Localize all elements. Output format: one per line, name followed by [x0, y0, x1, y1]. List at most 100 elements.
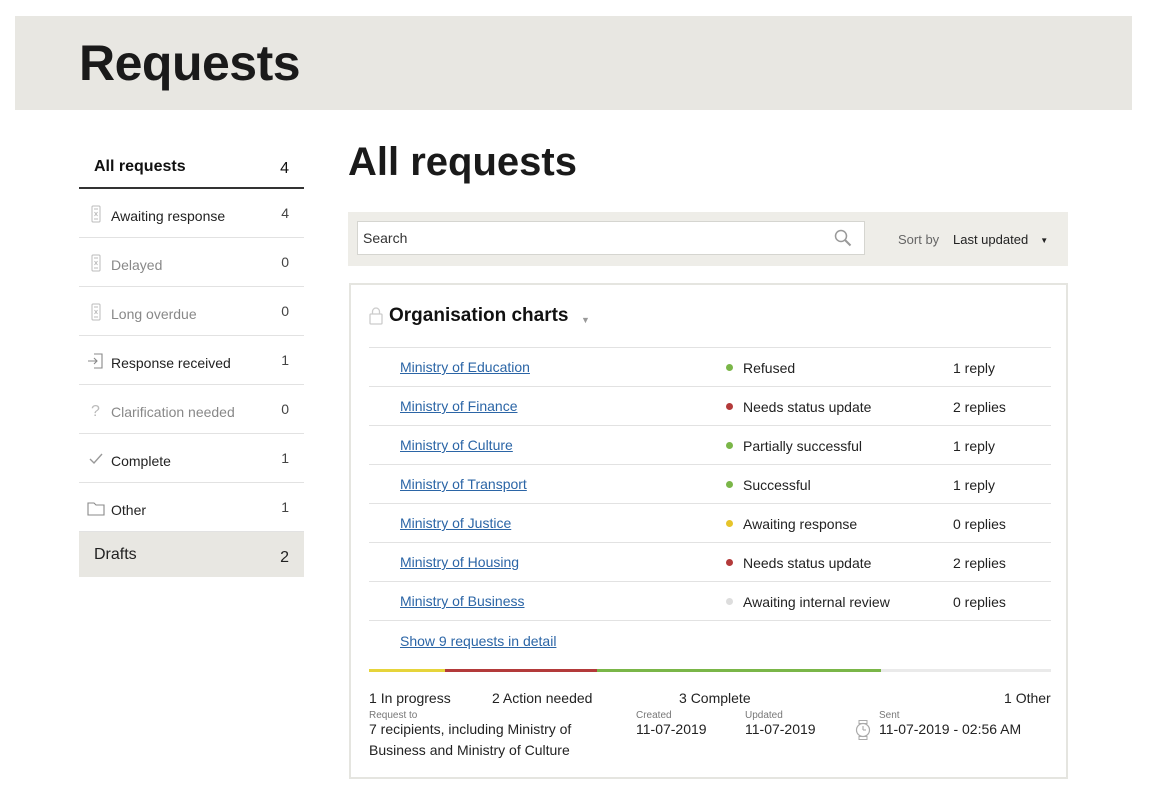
search-toolbar: Sort by Last updated ▼ [348, 212, 1068, 266]
recipient-link[interactable]: Ministry of Finance [400, 398, 517, 414]
list-item: Ministry of Transport Successful 1 reply [369, 465, 1051, 504]
hourglass-icon [87, 254, 105, 272]
chevron-down-icon: ▼ [1040, 236, 1049, 246]
show-details-link[interactable]: Show 9 requests in detail [400, 633, 556, 649]
page-title: Requests [79, 35, 301, 91]
status-label: Awaiting internal review [743, 594, 890, 610]
sidebar-item-count: 1 [281, 450, 289, 466]
status-dot-icon [726, 598, 733, 605]
sidebar-item-label: Awaiting response [111, 208, 226, 224]
hourglass-icon [87, 303, 105, 321]
summary-action-needed: 2 Action needed [492, 690, 592, 706]
sidebar-item-label: Long overdue [111, 306, 197, 322]
page-banner: Requests [15, 16, 1132, 110]
drafts-label: Drafts [94, 546, 137, 563]
drafts-count: 2 [280, 549, 289, 566]
search-box [357, 221, 865, 255]
sidebar-header-label: All requests [94, 158, 186, 175]
search-input[interactable] [358, 222, 823, 254]
created-value: 11-07-2019 [636, 721, 707, 737]
recipient-link[interactable]: Ministry of Housing [400, 554, 519, 570]
sidebar-item-other[interactable]: Other 1 [79, 483, 304, 532]
recipient-link[interactable]: Ministry of Culture [400, 437, 513, 453]
sort-value: Last updated [953, 232, 1029, 247]
recipient-list: Ministry of Education Refused 1 reply Minis… [369, 347, 1051, 621]
summary-in-progress: 1 In progress [369, 690, 451, 706]
reply-count: 0 replies [953, 594, 1006, 610]
status-label: Refused [743, 360, 796, 376]
sidebar-item-delayed[interactable]: Delayed 0 [79, 238, 304, 287]
inbox-arrow-icon [87, 352, 105, 370]
recipient-link[interactable]: Ministry of Business [400, 593, 524, 609]
reply-count: 0 replies [953, 516, 1006, 532]
summary-complete: 3 Complete [679, 690, 751, 706]
sidebar-item-label: Delayed [111, 257, 163, 273]
reply-count: 1 reply [953, 360, 996, 376]
reply-count: 1 reply [953, 477, 996, 493]
updated-value: 11-07-2019 [745, 721, 816, 737]
status-dot-icon [726, 403, 733, 410]
recipient-link[interactable]: Ministry of Education [400, 359, 530, 375]
sidebar-item-count: 1 [281, 499, 289, 515]
status-label: Needs status update [743, 555, 872, 571]
reply-count: 1 reply [953, 438, 996, 454]
lock-icon [369, 307, 383, 325]
progress-bar [369, 669, 1051, 672]
status-label: Needs status update [743, 399, 872, 415]
watch-icon [855, 720, 871, 740]
svg-text:?: ? [91, 403, 100, 419]
sidebar-item-label: Complete [111, 453, 171, 469]
sidebar: All requests 4 Awaiting response 4 Delayed… [79, 140, 304, 577]
summary-other-label: Other [1015, 690, 1051, 706]
summary-other: 1 Other [1004, 690, 1051, 706]
progress-segment-complete [597, 669, 881, 672]
summary-in-progress-label: In progress [380, 690, 451, 706]
sidebar-header-count: 4 [280, 160, 289, 177]
recipient-link[interactable]: Ministry of Justice [400, 515, 511, 531]
sidebar-item-long-overdue[interactable]: Long overdue 0 [79, 287, 304, 336]
sidebar-item-drafts[interactable]: Drafts 2 [79, 532, 304, 577]
progress-segment-in-progress [369, 669, 445, 672]
status-dot-icon [726, 520, 733, 527]
summary-complete-count: 3 [679, 690, 687, 706]
sidebar-item-count: 0 [281, 303, 289, 319]
status-dot-icon [726, 364, 733, 371]
sidebar-item-count: 4 [281, 205, 289, 221]
summary-action-needed-label: Action needed [502, 690, 593, 706]
chevron-down-icon[interactable]: ▼ [581, 315, 590, 325]
sidebar-item-count: 1 [281, 352, 289, 368]
sidebar-item-all-requests[interactable]: All requests 4 [79, 140, 304, 189]
status-dot-icon [726, 559, 733, 566]
summary-in-progress-count: 1 [369, 690, 377, 706]
folder-icon [87, 499, 105, 517]
status-label: Awaiting response [743, 516, 858, 532]
summary-other-count: 1 [1004, 690, 1012, 706]
sidebar-item-awaiting-response[interactable]: Awaiting response 4 [79, 189, 304, 238]
sort-select[interactable]: Last updated ▼ [953, 232, 1048, 247]
status-label: Successful [743, 477, 811, 493]
sidebar-item-clarification-needed[interactable]: ? Clarification needed 0 [79, 385, 304, 434]
list-item: Ministry of Justice Awaiting response 0 re… [369, 504, 1051, 543]
reply-count: 2 replies [953, 399, 1006, 415]
reply-count: 2 replies [953, 555, 1006, 571]
sidebar-item-response-received[interactable]: Response received 1 [79, 336, 304, 385]
search-icon[interactable] [834, 229, 852, 247]
sort-label: Sort by [898, 232, 940, 247]
sidebar-item-label: Clarification needed [111, 404, 235, 420]
request-card: Organisation charts ▼ Ministry of Educat… [349, 283, 1068, 779]
sidebar-item-count: 0 [281, 401, 289, 417]
summary-action-needed-count: 2 [492, 690, 500, 706]
recipient-link[interactable]: Ministry of Transport [400, 476, 527, 492]
sidebar-item-complete[interactable]: Complete 1 [79, 434, 304, 483]
list-item: Ministry of Housing Needs status update 2 … [369, 543, 1051, 582]
list-item: Ministry of Business Awaiting internal re… [369, 582, 1051, 621]
status-label: Partially successful [743, 438, 863, 454]
status-dot-icon [726, 481, 733, 488]
status-dot-icon [726, 442, 733, 449]
list-item: Ministry of Culture Partially successful 1… [369, 426, 1051, 465]
question-icon: ? [87, 401, 105, 420]
list-item: Ministry of Education Refused 1 reply [369, 348, 1051, 387]
hourglass-icon [87, 205, 105, 223]
sent-value: 11-07-2019 - 02:56 AM [879, 721, 1022, 737]
request-to-value: 7 recipients, including Ministry of Busi… [369, 721, 572, 758]
